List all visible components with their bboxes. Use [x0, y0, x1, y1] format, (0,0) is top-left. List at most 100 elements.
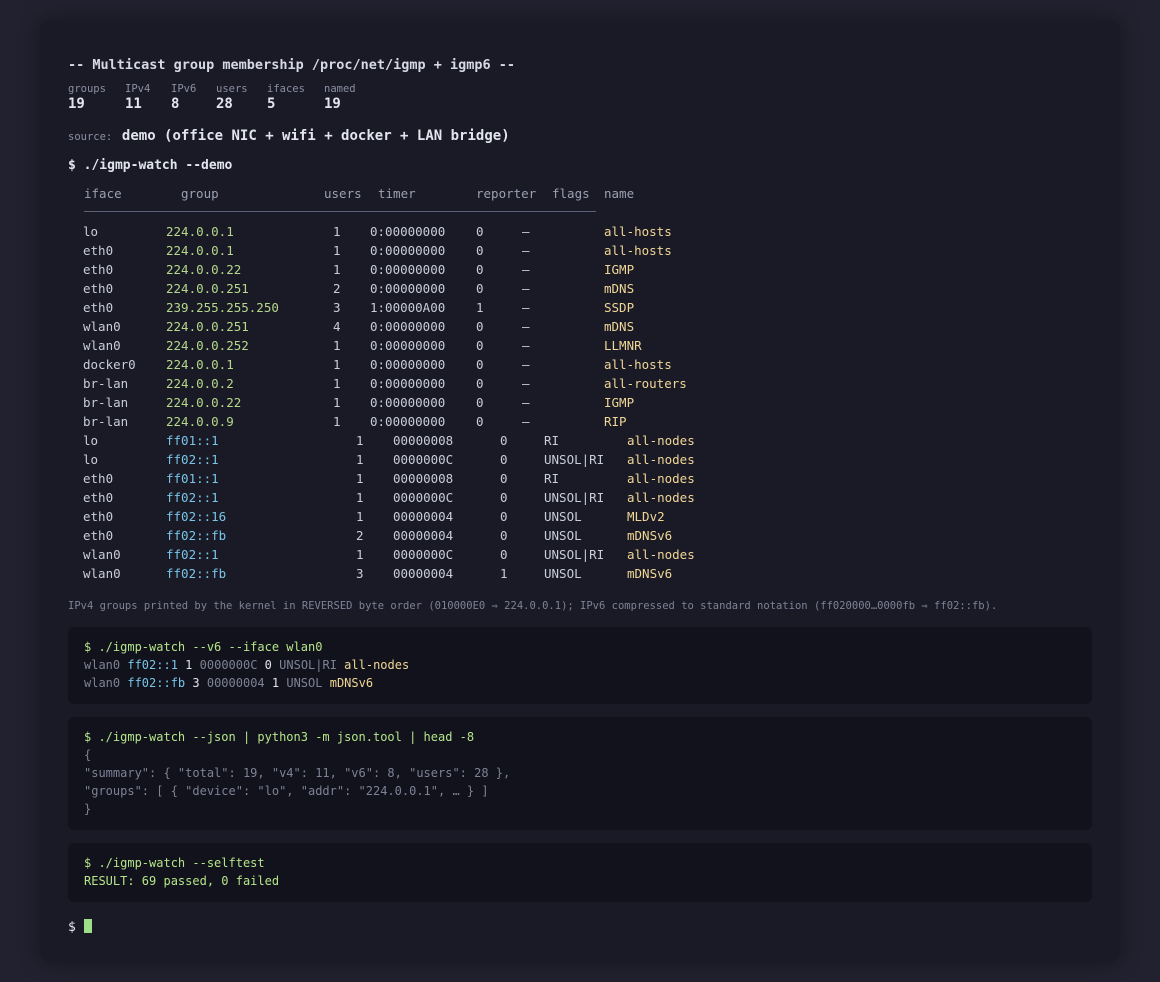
- cell-users: 1: [356, 452, 364, 467]
- cell-name: mDNS: [604, 281, 635, 296]
- source-value: demo (office NIC + wifi + docker + LAN b…: [121, 128, 510, 144]
- cell-name: all-nodes: [627, 547, 695, 562]
- cell-reporter: 0: [476, 357, 484, 372]
- cell-name: all-hosts: [604, 243, 672, 258]
- cell-iface: lo: [83, 224, 99, 239]
- v6-flags: UNSOL|RI: [279, 658, 337, 672]
- v6-flags: UNSOL: [286, 676, 323, 690]
- cell-reporter: 0: [476, 395, 484, 410]
- cell-group: ff02::1: [166, 490, 219, 505]
- v6-name: mDNSv6: [329, 676, 374, 690]
- cell-timer: 00000008: [393, 471, 454, 486]
- terminal-window[interactable]: -- Multicast group membership /proc/net/…: [40, 20, 1120, 962]
- cell-name: mDNSv6: [627, 566, 673, 581]
- cell-group: ff02::1: [166, 452, 219, 467]
- stat-ifaces: ifaces 5: [267, 83, 305, 112]
- json-command: $ ./igmp-watch --json | python3 -m json.…: [84, 730, 475, 744]
- cell-users: 1: [356, 509, 364, 524]
- cell-group: 224.0.0.251: [166, 319, 249, 334]
- stat-named: named 19: [324, 83, 356, 112]
- json-line: "summary": { "total": 19, "v4": 11, "v6"…: [84, 766, 511, 780]
- v6-users: 3: [192, 676, 200, 690]
- v6-line: wlan0 ff02::fb 3 00000004 1 UNSOL mDNSv6: [84, 676, 373, 690]
- stat-value: 5: [267, 96, 276, 112]
- cell-timer: 0:00000000: [370, 395, 446, 410]
- prompt-symbol: $: [68, 920, 76, 935]
- cell-reporter: 1: [476, 300, 484, 315]
- cell-timer: 0000000C: [393, 547, 454, 562]
- cell-reporter: 0: [476, 243, 484, 258]
- cell-iface: eth0: [83, 471, 114, 486]
- v6-reporter: 1: [271, 676, 280, 690]
- stat-label: named: [324, 83, 356, 95]
- cell-users: 1: [333, 357, 341, 372]
- cell-group: 224.0.0.9: [166, 414, 234, 429]
- json-line: }: [84, 802, 92, 816]
- cell-flags: –: [522, 243, 530, 258]
- stat-IPv4: IPv4 11: [125, 83, 150, 112]
- cell-reporter: 0: [500, 452, 508, 467]
- cell-timer: 0:00000000: [370, 357, 446, 372]
- cell-users: 1: [333, 338, 341, 353]
- stat-label: IPv6: [171, 83, 197, 95]
- cell-timer: 0000000C: [393, 490, 454, 505]
- cell-reporter: 0: [500, 433, 508, 448]
- cell-timer: 0:00000000: [370, 243, 446, 258]
- cell-iface: lo: [83, 433, 99, 448]
- cell-reporter: 0: [476, 224, 484, 239]
- cell-group: ff02::fb: [166, 528, 227, 543]
- cell-timer: 0:00000000: [370, 262, 446, 277]
- cell-iface: br-lan: [83, 376, 129, 391]
- cell-reporter: 0: [500, 490, 508, 505]
- table-header-rule: [84, 211, 596, 212]
- cell-users: 3: [356, 566, 364, 581]
- cell-reporter: 0: [500, 509, 508, 524]
- v6-iface: wlan0: [84, 676, 121, 690]
- selftest-output-box: $ ./igmp-watch --selftest RESULT: 69 pas…: [68, 843, 1092, 902]
- cell-group: ff02::16: [166, 509, 227, 524]
- cell-reporter: 0: [500, 471, 508, 486]
- cell-users: 1: [333, 262, 341, 277]
- cell-group: ff02::fb: [166, 566, 227, 581]
- cell-users: 2: [333, 281, 341, 296]
- source-line: source: demo (office NIC + wifi + docker…: [68, 125, 510, 144]
- cell-name: mDNSv6: [627, 528, 673, 543]
- cell-users: 1: [333, 243, 341, 258]
- cell-flags: –: [522, 395, 530, 410]
- source-label: source:: [68, 131, 113, 143]
- cell-reporter: 0: [476, 281, 484, 296]
- stat-users: users 28: [216, 83, 248, 112]
- cell-name: all-hosts: [604, 357, 672, 372]
- cell-iface: br-lan: [83, 414, 129, 429]
- cell-users: 1: [333, 224, 341, 239]
- cell-timer: 00000004: [393, 509, 454, 524]
- cell-timer: 0:00000000: [370, 376, 446, 391]
- col-header-timer: timer: [378, 186, 416, 201]
- cell-group: ff01::1: [166, 471, 219, 486]
- cell-flags: –: [522, 300, 530, 315]
- v6-line: wlan0 ff02::1 1 0000000C 0 UNSOL|RI all-…: [84, 658, 409, 672]
- cell-name: all-nodes: [627, 452, 695, 467]
- cell-iface: eth0: [83, 243, 114, 258]
- stat-value: 19: [324, 96, 341, 112]
- cell-name: IGMP: [604, 395, 635, 410]
- json-line: "groups": [ { "device": "lo", "addr": "2…: [84, 784, 489, 798]
- cell-group: 224.0.0.252: [166, 338, 249, 353]
- demo-command: $ ./igmp-watch --demo: [68, 158, 233, 173]
- cell-timer: 0:00000000: [370, 319, 446, 334]
- v6-reporter: 0: [264, 658, 272, 672]
- stat-value: 11: [125, 96, 142, 112]
- json-output-box: $ ./igmp-watch --json | python3 -m json.…: [68, 717, 1092, 830]
- shell-prompt[interactable]: $: [68, 919, 92, 935]
- cell-flags: UNSOL|RI: [544, 547, 605, 562]
- cursor-block: [83, 919, 92, 933]
- v6-timer: 00000004: [206, 676, 265, 690]
- stat-IPv6: IPv6 8: [171, 83, 196, 112]
- cell-name: IGMP: [604, 262, 635, 277]
- cell-flags: –: [522, 376, 530, 391]
- cell-flags: UNSOL: [544, 509, 582, 524]
- v6-addr: ff02::fb: [127, 676, 186, 690]
- cell-flags: RI: [544, 433, 560, 448]
- cell-timer: 0:00000000: [370, 414, 446, 429]
- cell-iface: br-lan: [83, 395, 129, 410]
